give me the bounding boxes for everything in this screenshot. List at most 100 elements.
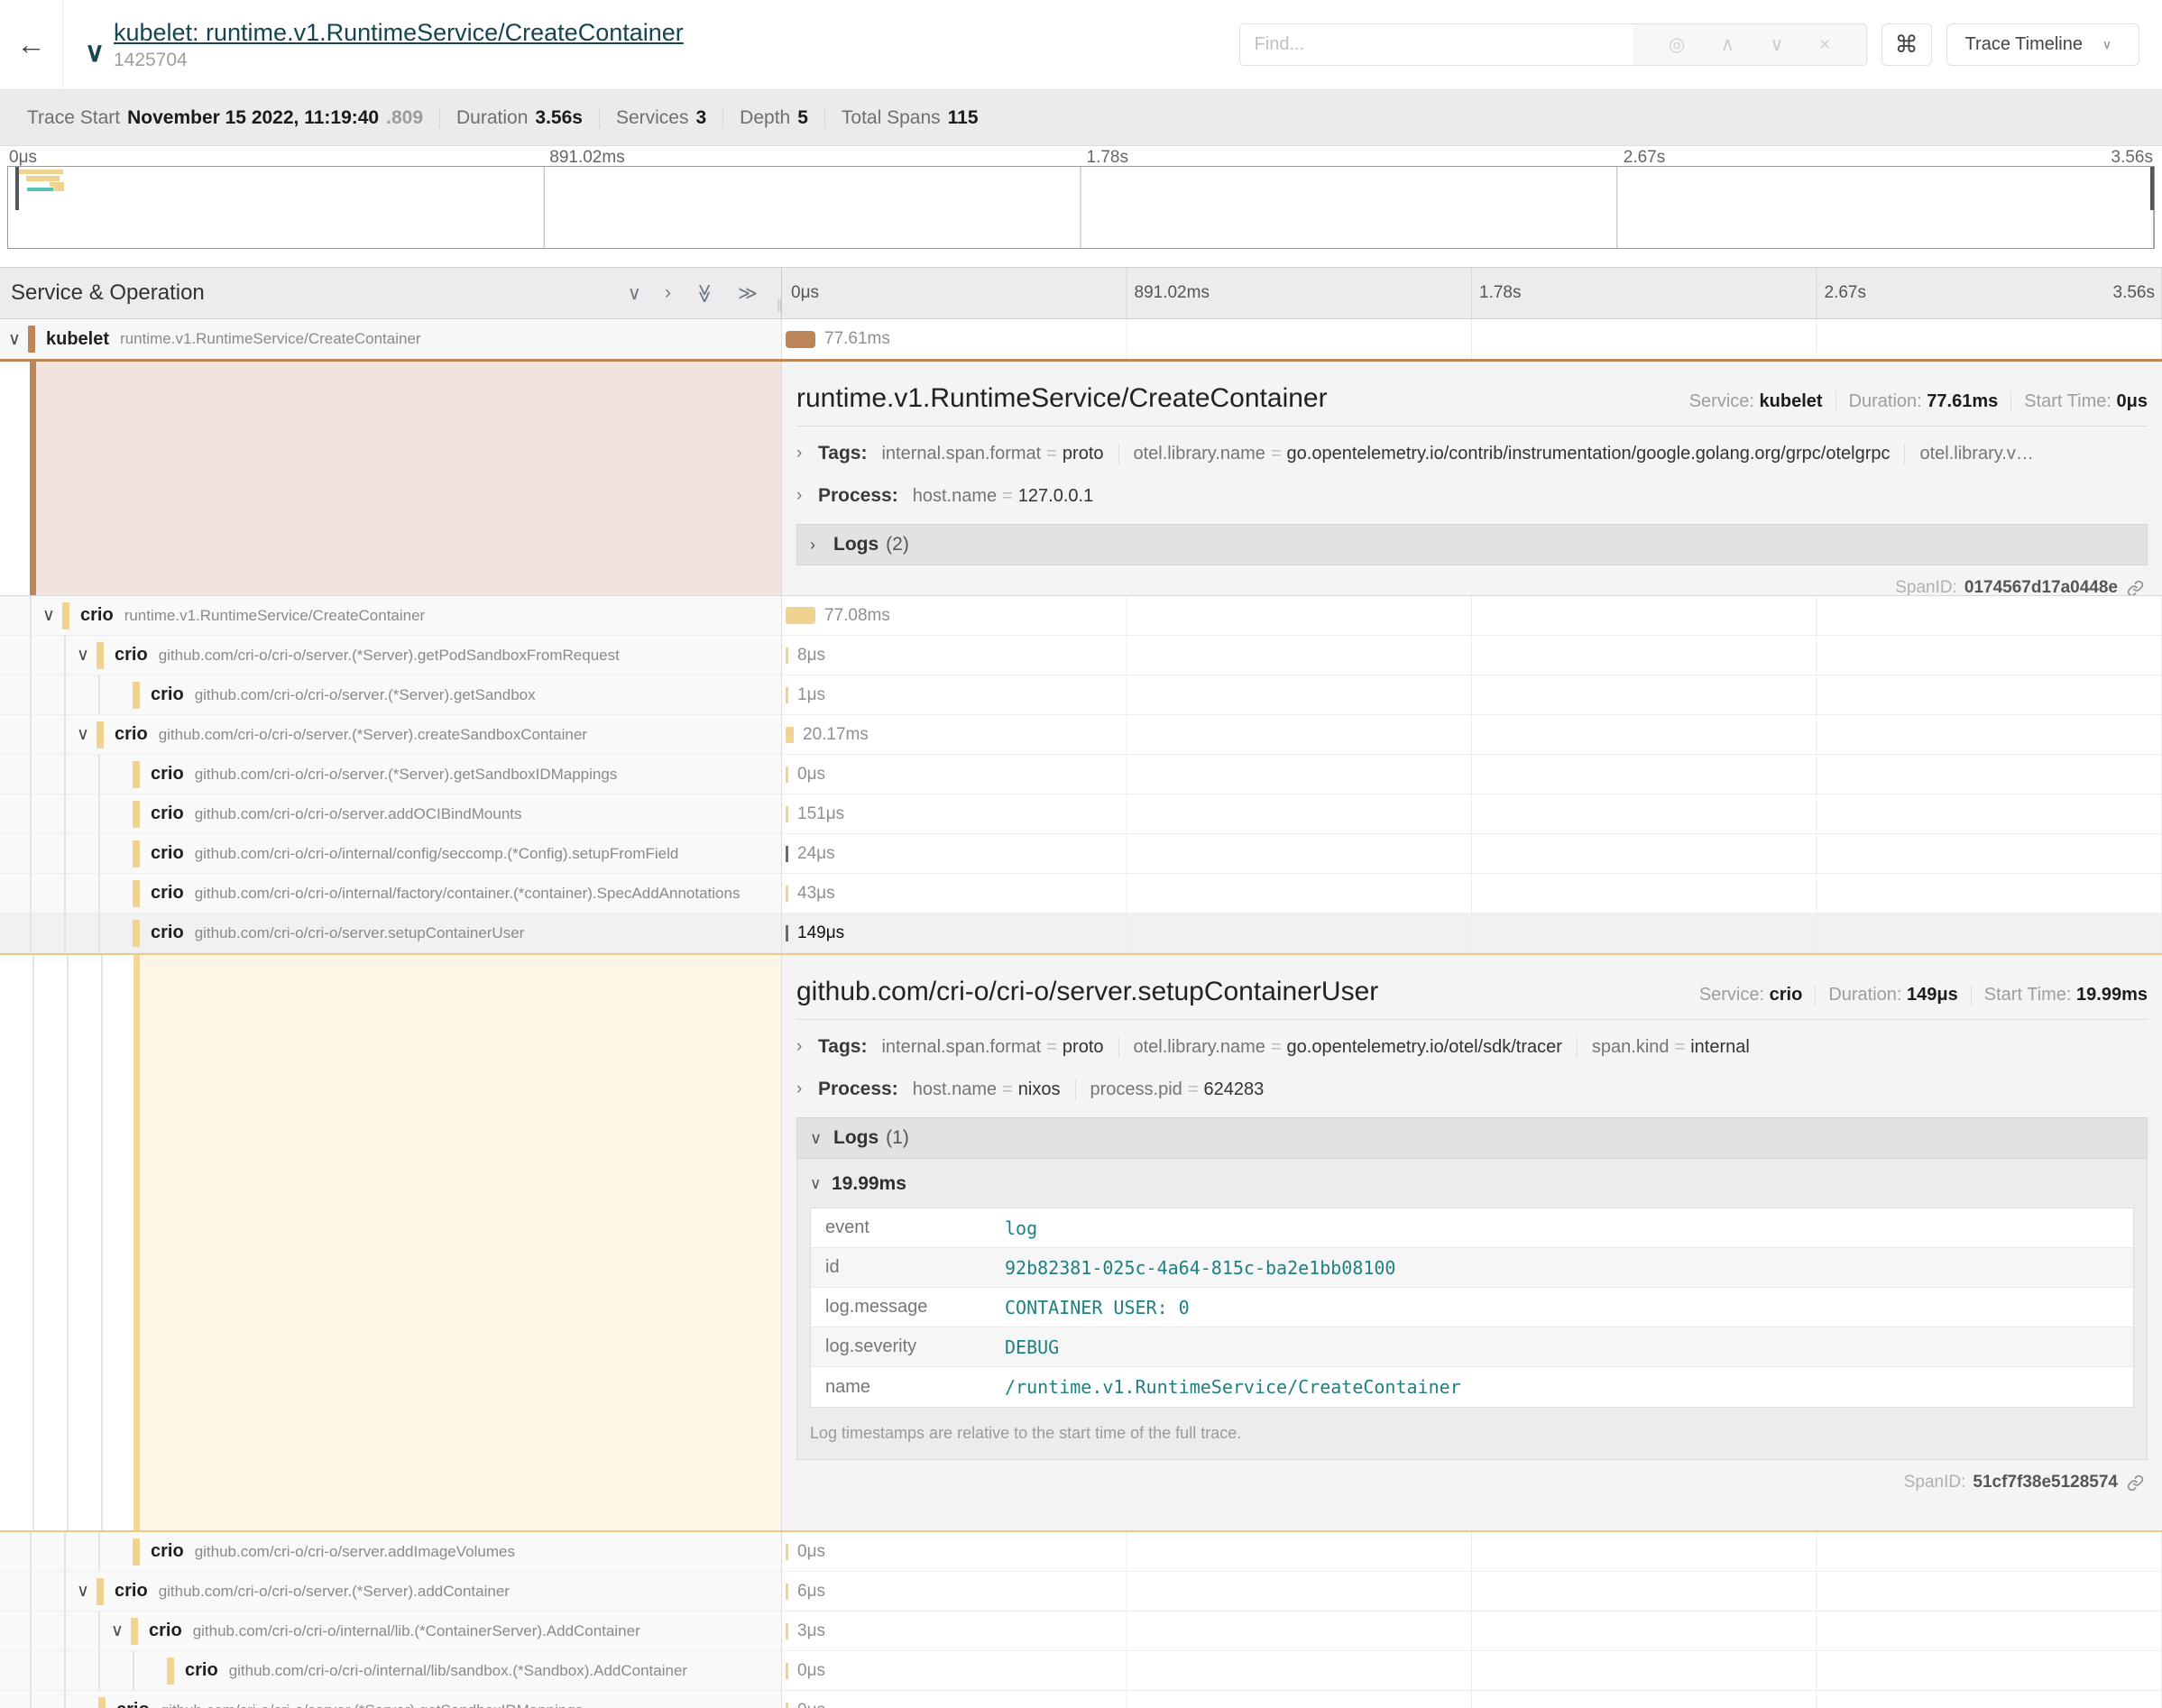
span-bar[interactable] [786,925,788,941]
table-row[interactable]: ∨ crio github.com/cri-o/cri-o/server.(*S… [0,1572,2162,1612]
span-bar[interactable] [786,727,794,743]
find-input[interactable] [1240,24,1633,65]
detail-start-time: Start Time: 0μs [2010,391,2148,412]
span-bar[interactable] [786,1544,788,1560]
service-name: crio [149,1621,182,1641]
log-entry-toggle[interactable]: ∨ 19.99ms [810,1173,2134,1195]
span-duration: 24μs [797,844,835,864]
table-row[interactable]: crio github.com/cri-o/cri-o/server.(*Ser… [0,755,2162,794]
expand-all-icon[interactable]: ≫ [738,282,758,305]
process-row[interactable]: › Process: host.name=nixos process.pid=6… [796,1074,2148,1105]
table-row[interactable]: crio github.com/cri-o/cri-o/server.addIm… [0,1532,2162,1572]
tag-item: internal.span.format=proto [881,444,1118,464]
span-duration: 0μs [797,1701,825,1708]
logs-toggle[interactable]: ∨ Logs (1) [796,1117,2148,1159]
span-bar[interactable] [786,1703,788,1708]
span-bar[interactable] [786,1623,788,1639]
trace-start: Trace StartNovember 15 2022, 11:19:40.80… [11,107,439,129]
span-duration: 20.17ms [803,725,869,745]
link-icon[interactable] [2127,580,2144,596]
chevron-down-icon: ∨ [2093,37,2121,52]
view-selector-button[interactable]: Trace Timeline ∨ [1946,23,2139,66]
prev-result-icon[interactable]: ∧ [1721,33,1734,56]
span-bar[interactable] [786,1663,788,1679]
table-row[interactable]: crio github.com/cri-o/cri-o/internal/lib… [0,1651,2162,1691]
span-bar[interactable] [786,806,788,822]
view-selector-label: Trace Timeline [1965,34,2083,55]
chevron-down-icon[interactable]: ∨ [1,329,28,350]
span-bar[interactable] [786,647,788,664]
tags-row[interactable]: › Tags: internal.span.format=proto otel.… [796,438,2148,469]
span-bar[interactable] [786,607,815,624]
minimap-span-strip [26,176,60,181]
tags-row[interactable]: › Tags: internal.span.format=proto otel.… [796,1032,2148,1062]
minimap-left-scrubber[interactable] [15,167,19,210]
back-button[interactable]: ← [0,0,63,89]
table-row[interactable]: ∨ crio runtime.v1.RuntimeService/CreateC… [0,596,2162,636]
collapse-one-icon[interactable]: ∨ [628,282,641,305]
detail-span-title: github.com/cri-o/cri-o/server.setupConta… [796,977,1378,1007]
span-duration: 0μs [797,1542,825,1562]
operation-name: runtime.v1.RuntimeService/CreateContaine… [124,607,426,625]
process-row[interactable]: › Process: host.name=127.0.0.1 [796,481,2148,511]
next-result-icon[interactable]: ∨ [1770,33,1783,56]
service-name: crio [151,843,184,864]
link-icon[interactable] [2127,1474,2144,1492]
table-row[interactable]: crio github.com/cri-o/cri-o/server.(*Ser… [0,1691,2162,1708]
table-row[interactable]: crio github.com/cri-o/cri-o/server.(*Ser… [0,675,2162,715]
span-bar[interactable] [786,1584,788,1600]
span-duration: 149μs [797,923,844,943]
service-name: crio [151,923,184,943]
span-detail-panel: github.com/cri-o/cri-o/server.setupConta… [0,953,2162,1532]
tag-item: span.kind=internal [1592,1037,1764,1058]
detail-duration: Duration: 149μs [1815,985,1957,1006]
span-duration: 1μs [797,685,825,705]
table-row[interactable]: ∨ kubelet runtime.v1.RuntimeService/Crea… [0,319,2162,362]
collapse-trace-header-icon[interactable]: ∨ [85,37,105,69]
clear-find-icon[interactable]: × [1819,34,1830,56]
table-row[interactable]: crio github.com/cri-o/cri-o/internal/con… [0,834,2162,874]
spanid-label: SpanID: [1895,578,1957,595]
logs-toggle[interactable]: › Logs (2) [796,524,2148,565]
table-row[interactable]: crio github.com/cri-o/cri-o/internal/fac… [0,874,2162,914]
table-row[interactable]: ∨ crio github.com/cri-o/cri-o/server.(*S… [0,636,2162,675]
chevron-down-icon[interactable]: ∨ [69,724,97,745]
minimap-right-scrubber[interactable] [2150,167,2154,210]
locate-icon[interactable]: ◎ [1669,33,1685,56]
trace-title-link[interactable]: kubelet: runtime.v1.RuntimeService/Creat… [114,19,684,47]
chevron-right-icon: › [796,1079,818,1099]
detail-indent-area [0,362,781,595]
span-bar[interactable] [786,687,788,703]
chevron-down-icon[interactable]: ∨ [35,605,62,626]
chevron-down-icon[interactable]: ∨ [104,1621,131,1641]
service-color-bar [133,682,140,709]
detail-span-title: runtime.v1.RuntimeService/CreateContaine… [796,383,1328,414]
chevron-down-icon[interactable]: ∨ [69,645,97,666]
operation-name: github.com/cri-o/cri-o/internal/lib.(*Co… [193,1622,640,1640]
span-detail-panel: runtime.v1.RuntimeService/CreateContaine… [0,362,2162,596]
table-row[interactable]: crio github.com/cri-o/cri-o/server.addOC… [0,794,2162,834]
process-item: process.pid=624283 [1090,1079,1279,1100]
operation-name: runtime.v1.RuntimeService/CreateContaine… [120,330,421,348]
span-bar[interactable] [786,331,815,348]
span-bar[interactable] [786,886,788,902]
table-row[interactable]: ∨ crio github.com/cri-o/cri-o/server.(*S… [0,715,2162,755]
expand-one-icon[interactable]: › [665,282,671,304]
span-bar[interactable] [786,767,788,783]
table-row[interactable]: ∨ crio github.com/cri-o/cri-o/internal/l… [0,1612,2162,1651]
detail-service: Service: crio [1687,985,1803,1006]
service-name: crio [185,1660,218,1681]
chevron-down-icon: ∨ [810,1175,832,1193]
span-bar[interactable] [786,846,788,862]
service-color-bar [133,920,140,947]
chevron-down-icon[interactable]: ∨ [69,1581,97,1602]
chevron-right-icon: › [796,1037,818,1057]
collapse-all-icon[interactable]: ≫ [694,283,716,303]
timeline-minimap[interactable] [7,166,2155,249]
table-row-selected[interactable]: crio github.com/cri-o/cri-o/server.setup… [0,914,2162,953]
process-item: host.name=nixos [913,1079,1076,1100]
spanid-label: SpanID: [1904,1473,1966,1492]
service-color-bar [133,880,140,907]
keyboard-shortcuts-button[interactable]: ⌘ [1881,23,1932,66]
service-name: crio [116,1700,150,1708]
